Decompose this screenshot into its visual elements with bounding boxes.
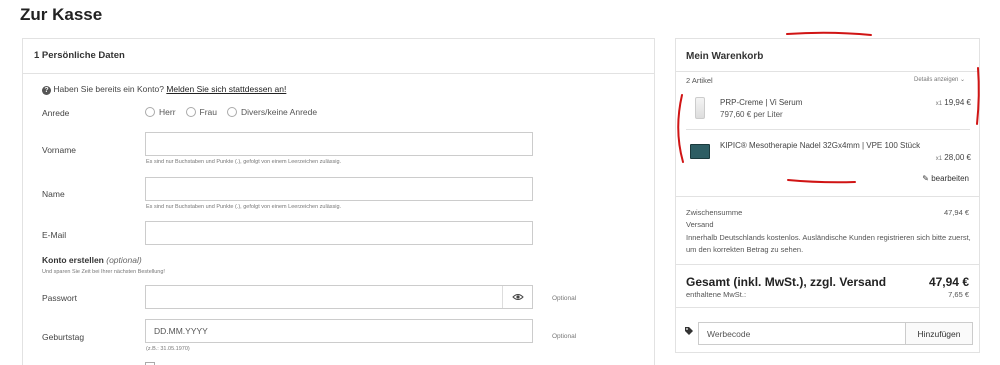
item-name[interactable]: PRP-Creme | Vi Serum — [720, 98, 802, 107]
product-thumbnail — [695, 97, 705, 119]
birthday-label: Geburtstag — [42, 332, 85, 342]
cart-count: 2 Artikel — [686, 76, 713, 85]
login-link[interactable]: Melden Sie sich stattdessen an! — [166, 84, 286, 94]
product-thumbnail — [690, 144, 710, 159]
create-account-heading: Konto erstellen (optional) — [42, 255, 142, 265]
firstname-hint: Es sind nur Buchstaben und Punkte (.), g… — [146, 159, 342, 165]
shipping-label: Versand — [686, 220, 714, 229]
pencil-icon: ✎ — [922, 174, 929, 183]
divider — [676, 307, 979, 308]
item-name[interactable]: KIPIC® Mesotherapie Nadel 32Gx4mm | VPE … — [720, 141, 920, 150]
coupon-input[interactable]: Werbecode — [699, 323, 905, 344]
firstname-label: Vorname — [42, 145, 77, 155]
vat-value: 7,65 € — [948, 290, 969, 299]
create-account-sub: Und sparen Sie Zeit bei Ihrer nächsten B… — [42, 269, 165, 275]
divider — [686, 129, 970, 130]
cart-title: Mein Warenkorb — [686, 51, 764, 62]
login-hint: ? Haben Sie bereits ein Konto? Melden Si… — [42, 84, 286, 95]
edit-cart-link[interactable]: ✎ bearbeiten — [922, 174, 969, 183]
email-input[interactable] — [145, 221, 533, 245]
coupon-form: Werbecode Hinzufügen — [698, 322, 973, 345]
cart-panel: Mein Warenkorb 2 Artikel Details anzeige… — [675, 38, 980, 353]
lastname-input[interactable] — [145, 177, 533, 201]
birthday-optional: Optional — [552, 333, 577, 340]
radio-circle-icon[interactable] — [185, 107, 196, 117]
page-title: Zur Kasse — [20, 5, 103, 24]
item-price-row: x1 19,94 € — [935, 98, 971, 107]
radio-circle-icon[interactable] — [145, 107, 155, 117]
radio-circle-icon[interactable] — [227, 107, 238, 117]
personal-data-panel: 1 Persönliche Daten ? Haben Sie bereits … — [22, 38, 655, 365]
total-value: 47,94 € — [928, 275, 969, 289]
divider — [676, 196, 979, 197]
subtotal-label: Zwischensumme — [686, 208, 743, 217]
subtotal-value: 47,94 € — [943, 208, 969, 217]
total-label: Gesamt (inkl. MwSt.), zzgl. Versand — [686, 275, 887, 289]
radio-herr[interactable]: Herr — [145, 107, 176, 117]
eye-icon[interactable] — [502, 286, 532, 308]
radio-divers[interactable]: Divers/keine Anrede — [227, 107, 317, 117]
details-toggle[interactable]: Details anzeigen ⌄ — [914, 76, 965, 83]
coupon-submit-button[interactable]: Hinzufügen — [905, 323, 972, 344]
password-input[interactable] — [145, 285, 533, 309]
item-unit-price: 797,60 € per Liter — [720, 110, 783, 119]
password-label: Passwort — [42, 293, 77, 303]
email-label: E-Mail — [42, 230, 67, 240]
radio-frau[interactable]: Frau — [185, 107, 217, 117]
divider — [676, 264, 979, 265]
divider — [676, 71, 979, 72]
birthday-hint: (z.B.: 31.05.1970) — [146, 346, 190, 352]
lastname-hint: Es sind nur Buchstaben und Punkte (.), g… — [146, 204, 342, 210]
lastname-label: Name — [42, 189, 65, 199]
salutation-radio-group: Herr Frau Divers/keine Anrede — [145, 107, 317, 117]
item-price-row: x1 28,00 € — [935, 153, 971, 162]
salutation-label: Anrede — [42, 108, 70, 118]
birthday-input[interactable]: DD.MM.YYYY — [145, 319, 533, 343]
vat-label: enthaltene MwSt.: — [686, 290, 747, 299]
shipping-note: Innerhalb Deutschlands kostenlos. Auslän… — [686, 233, 971, 254]
password-optional: Optional — [552, 295, 577, 302]
tag-icon — [684, 326, 694, 338]
firstname-input[interactable] — [145, 132, 533, 156]
question-icon: ? — [42, 86, 51, 95]
section-title: 1 Persönliche Daten — [23, 39, 654, 74]
